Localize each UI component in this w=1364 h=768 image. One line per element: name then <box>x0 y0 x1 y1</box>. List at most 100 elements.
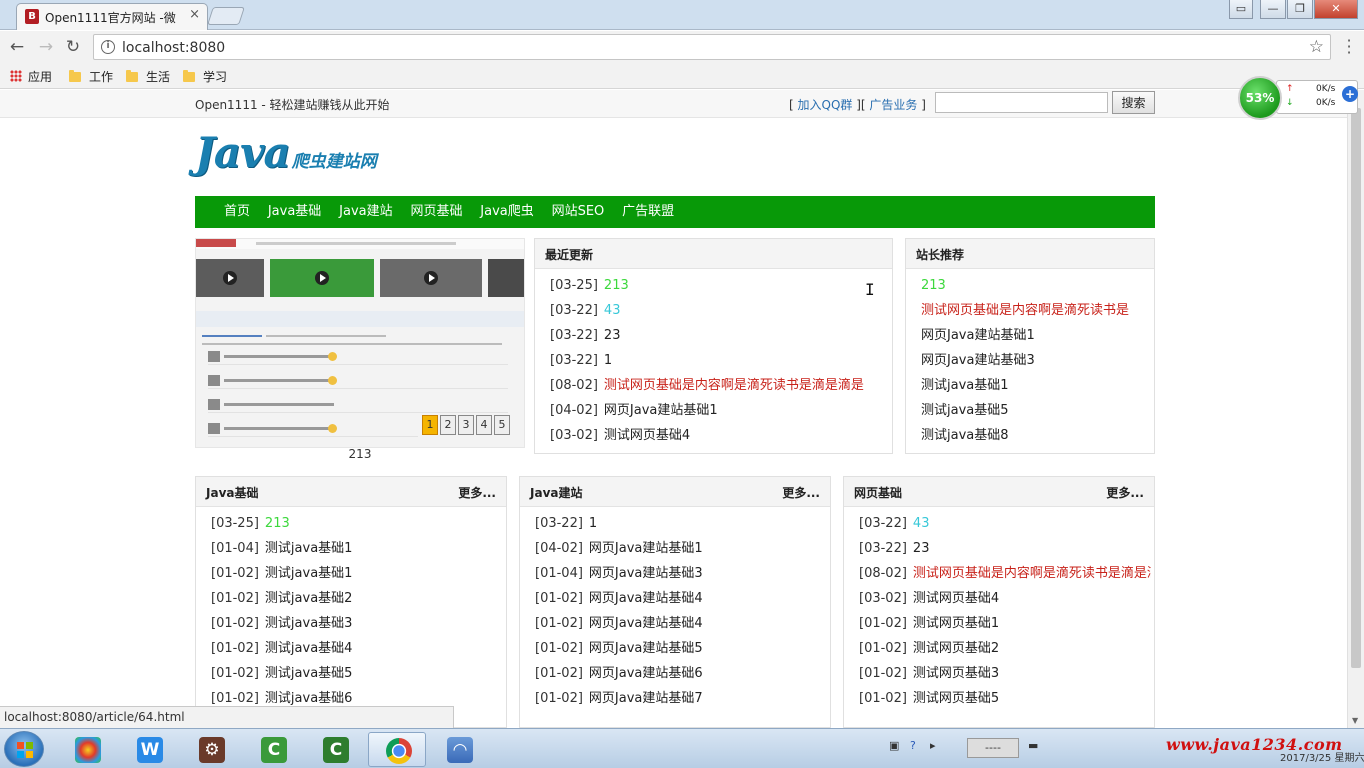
start-button[interactable] <box>4 731 44 767</box>
list-item[interactable]: [04-02] 网页Java建站基础1 <box>535 540 703 565</box>
list-item[interactable]: [03-02] 测试网页基础4 <box>550 427 864 452</box>
list-item[interactable]: [03-25] 213 <box>211 515 352 540</box>
tray-arrow-icon[interactable]: ▸ <box>930 739 936 752</box>
list-item[interactable]: [03-22] 1 <box>535 515 703 540</box>
taskbar-app-wps[interactable]: W <box>120 732 178 767</box>
taskbar-app-pinwheel[interactable] <box>58 732 116 767</box>
list-item[interactable]: [03-22] 23 <box>859 540 1151 565</box>
list-item[interactable]: [01-02] 网页Java建站基础4 <box>535 590 703 615</box>
tray-window-icon[interactable]: ▣ <box>889 739 899 752</box>
taskbar-app-dolphin[interactable]: ◠ <box>430 732 488 767</box>
nav-ad-alliance[interactable]: 广告联盟 <box>622 196 674 228</box>
window-minimize-button[interactable]: — <box>1260 0 1286 19</box>
taskbar-app-chrome[interactable] <box>368 732 426 767</box>
address-bar[interactable]: i localhost:8080 ☆ <box>93 34 1331 60</box>
list-item[interactable]: [03-02] 测试网页基础4 <box>859 590 1151 615</box>
list-item[interactable]: [01-02] 测试java基础2 <box>211 590 352 615</box>
more-link[interactable]: 更多... <box>458 484 496 501</box>
slideshow-pager: 12345 <box>422 415 512 435</box>
list-item[interactable]: [08-02] 测试网页基础是内容啊是滴死读书是滴是滴是 <box>550 377 864 402</box>
nav-web-basics[interactable]: 网页基础 <box>410 196 462 228</box>
taskbar-clock[interactable]: 2017/3/25 星期六 <box>1280 749 1364 764</box>
list-item[interactable]: [03-22] 43 <box>859 515 1151 540</box>
list-item[interactable]: [01-02] 测试网页基础5 <box>859 690 1151 715</box>
list-item[interactable]: [01-04] 测试java基础1 <box>211 540 352 565</box>
bookmark-star-icon[interactable]: ☆ <box>1309 37 1324 57</box>
play-icon <box>315 271 329 285</box>
page-scrollbar[interactable]: ▲ ▼ <box>1347 90 1364 728</box>
bookmark-apps[interactable]: 应用 <box>10 68 52 85</box>
taskbar-app-camtasia[interactable]: C <box>244 732 302 767</box>
reload-icon[interactable]: ↻ <box>63 37 83 57</box>
list-item[interactable]: 测试java基础5 <box>921 402 1149 427</box>
list-item[interactable]: 网页Java建站基础3 <box>921 352 1149 377</box>
list-item[interactable]: [04-02] 网页Java建站基础1 <box>550 402 864 427</box>
list-item[interactable]: [01-02] 网页Java建站基础7 <box>535 690 703 715</box>
list-item[interactable]: [01-04] 网页Java建站基础3 <box>535 565 703 590</box>
network-speed-widget[interactable]: 53% ↑ 0K/s ↓ 0K/s + <box>1236 74 1360 120</box>
ad-business-link[interactable]: 广告业务 <box>869 98 917 112</box>
panel-title: 站长推荐 <box>916 248 965 262</box>
search-input[interactable] <box>935 92 1108 113</box>
bookmark-folder-work[interactable]: 工作 <box>69 68 113 85</box>
search-button[interactable]: 搜索 <box>1112 91 1155 114</box>
browser-tab[interactable]: B Open1111官方网站 -微 × <box>16 3 208 30</box>
battery-icon[interactable]: ▬ <box>1028 739 1038 752</box>
bookmark-folder-life[interactable]: 生活 <box>126 68 170 85</box>
nav-website-seo[interactable]: 网站SEO <box>552 196 605 228</box>
list-item[interactable]: [03-22] 23 <box>550 327 864 352</box>
pager-page-1[interactable]: 1 <box>422 415 438 435</box>
list-item[interactable]: [01-02] 网页Java建站基础6 <box>535 665 703 690</box>
forward-arrow-icon[interactable]: → <box>36 37 56 57</box>
list-item[interactable]: [01-02] 网页Java建站基础4 <box>535 615 703 640</box>
more-link[interactable]: 更多... <box>782 484 820 501</box>
list-item[interactable]: [03-25] 213 <box>550 277 864 302</box>
list-item[interactable]: [03-22] 43 <box>550 302 864 327</box>
memory-usage-ball[interactable]: 53% <box>1238 76 1282 120</box>
nav-java-crawler[interactable]: Java爬虫 <box>480 196 533 228</box>
wps-writer-icon: W <box>137 737 163 763</box>
nav-java-site-building[interactable]: Java建站 <box>339 196 392 228</box>
browser-menu-icon[interactable]: · · · <box>1344 33 1354 61</box>
list-item[interactable]: [01-02] 测试java基础5 <box>211 665 352 690</box>
help-icon[interactable]: ? <box>910 739 916 752</box>
list-item[interactable]: [01-02] 测试网页基础3 <box>859 665 1151 690</box>
scrollbar-thumb[interactable] <box>1351 108 1361 668</box>
nav-java-basics[interactable]: Java基础 <box>268 196 321 228</box>
pager-page-4[interactable]: 4 <box>476 415 492 435</box>
nav-home[interactable]: 首页 <box>224 196 250 228</box>
list-item[interactable]: [01-02] 网页Java建站基础5 <box>535 640 703 665</box>
tab-close-icon[interactable]: × <box>189 7 200 22</box>
info-icon[interactable]: i <box>101 40 115 54</box>
window-maximize-button[interactable]: ❐ <box>1287 0 1313 19</box>
slideshow-caption[interactable]: 213 <box>195 447 525 461</box>
featured-slideshow[interactable]: 12345 <box>195 238 525 448</box>
list-item[interactable]: [01-02] 测试java基础3 <box>211 615 352 640</box>
taskbar-app-camtasia-recorder[interactable]: C <box>306 732 364 767</box>
list-item[interactable]: [01-02] 测试java基础4 <box>211 640 352 665</box>
window-restore-small-button[interactable]: ▭ <box>1229 0 1253 19</box>
join-qq-link[interactable]: 加入QQ群 <box>798 98 853 112</box>
site-logo[interactable]: Java 爬虫建站网 <box>195 128 377 178</box>
list-item[interactable]: [03-22] 1 <box>550 352 864 377</box>
list-item[interactable]: 网页Java建站基础1 <box>921 327 1149 352</box>
list-item[interactable]: [01-02] 测试网页基础2 <box>859 640 1151 665</box>
pager-page-5[interactable]: 5 <box>494 415 510 435</box>
list-item[interactable]: [01-02] 测试java基础1 <box>211 565 352 590</box>
taskbar-app-gear[interactable]: ⚙ <box>182 732 240 767</box>
plus-icon[interactable]: + <box>1342 86 1358 102</box>
list-item[interactable]: [01-02] 测试网页基础1 <box>859 615 1151 640</box>
back-arrow-icon[interactable]: ← <box>7 37 27 57</box>
pager-page-3[interactable]: 3 <box>458 415 474 435</box>
scroll-down-icon[interactable]: ▼ <box>1352 716 1358 725</box>
list-item[interactable]: 测试网页基础是内容啊是滴死读书是 <box>921 302 1149 327</box>
bookmark-folder-study[interactable]: 学习 <box>183 68 227 85</box>
list-item[interactable]: 测试java基础8 <box>921 427 1149 452</box>
list-item[interactable]: 测试java基础1 <box>921 377 1149 402</box>
pager-page-2[interactable]: 2 <box>440 415 456 435</box>
new-tab-button[interactable] <box>207 7 245 25</box>
window-close-button[interactable]: ✕ <box>1314 0 1358 19</box>
list-item[interactable]: 213 <box>921 277 1149 302</box>
more-link[interactable]: 更多... <box>1106 484 1144 501</box>
list-item[interactable]: [08-02] 测试网页基础是内容啊是滴死读书是滴是滴 <box>859 565 1151 590</box>
